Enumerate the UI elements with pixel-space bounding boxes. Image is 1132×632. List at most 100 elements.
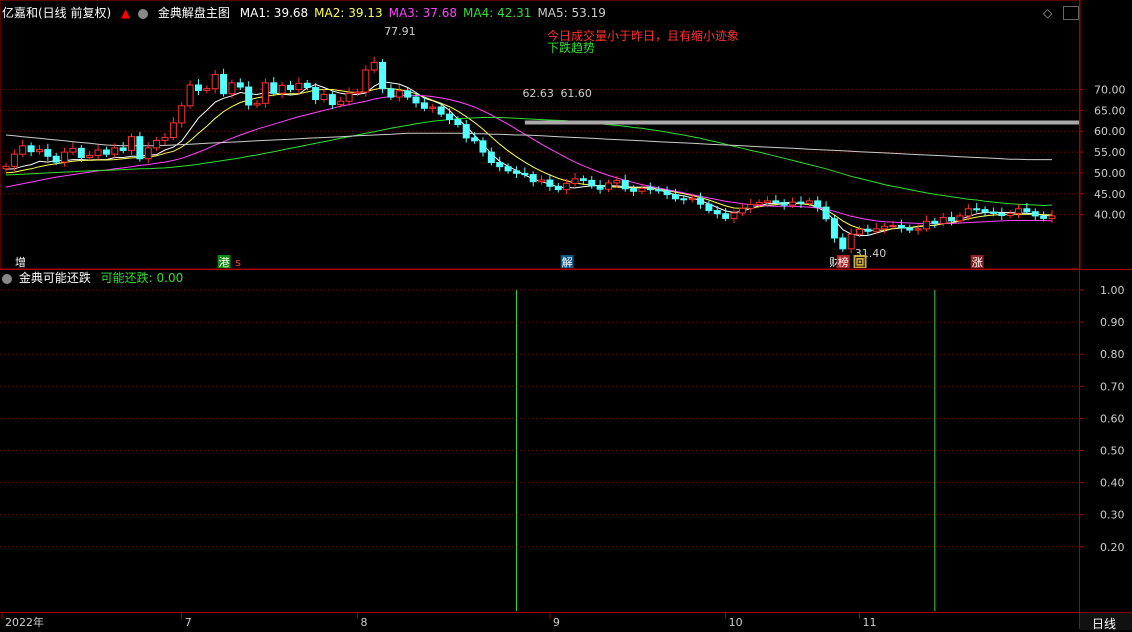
indicator-settings-icon[interactable] [138, 8, 149, 19]
candle-body [303, 82, 311, 88]
candle-body [998, 212, 1006, 216]
candle-body [655, 189, 663, 192]
candle-body [61, 151, 69, 163]
candle-body [128, 136, 136, 151]
event-marker: 港 [219, 256, 230, 269]
candle-body [471, 137, 479, 142]
candle-body [69, 147, 77, 153]
event-marker: 回 [855, 256, 866, 269]
candle-body [671, 194, 679, 200]
candle-body [203, 88, 211, 91]
candle-body [1015, 208, 1023, 214]
candle-body [454, 119, 462, 126]
candle-body [2, 165, 10, 170]
collapse-icon[interactable]: ◇ [1043, 6, 1057, 20]
candle-body [387, 88, 395, 98]
sub-y-tick-label: 0.70 [1100, 380, 1125, 393]
candle-body [429, 106, 437, 109]
candle-body [136, 136, 144, 160]
high-label: 77.91 [384, 25, 416, 38]
candle-body [521, 172, 529, 176]
candle-body [1031, 211, 1039, 217]
date-tick-label: 2022年 [5, 615, 44, 629]
candle-body [161, 136, 169, 141]
candle-body [437, 106, 445, 115]
ma-line-ma3 [5, 94, 1053, 224]
event-marker: 涨 [972, 256, 983, 269]
ma-line-ma2 [5, 87, 1053, 232]
candle-body [763, 200, 771, 204]
candle-body [479, 140, 487, 153]
sub-indicator-name[interactable]: 金典可能还跌 [19, 271, 91, 285]
candle-body [220, 74, 228, 95]
candle-body [496, 162, 504, 168]
candle-body [144, 147, 152, 160]
ma-line-ma4 [5, 117, 1053, 207]
main-y-tick-label: 55.00 [1094, 146, 1126, 159]
candle-body [797, 201, 805, 204]
period-tab[interactable]: 日线 [1080, 612, 1132, 631]
sub-y-tick-label: 0.90 [1100, 316, 1125, 329]
candle-body [337, 100, 345, 106]
candle-body [320, 94, 328, 101]
candle-body [956, 215, 964, 222]
close-panel-icon[interactable] [1063, 6, 1079, 20]
date-tick-label: 8 [360, 616, 367, 629]
candle-body [52, 155, 60, 163]
candle-body [295, 82, 303, 91]
candle-body [119, 147, 127, 151]
candle-body [922, 220, 930, 230]
candle-body [178, 105, 186, 124]
candle-body [571, 178, 579, 184]
event-marker: 增 [15, 255, 26, 269]
candle-body [914, 228, 922, 231]
candle-body [638, 187, 646, 192]
candle-body [780, 202, 788, 206]
ma-line-ma1 [5, 81, 1053, 236]
candle-body [504, 166, 512, 172]
event-marker: 解 [562, 255, 573, 269]
candle-body [546, 179, 554, 187]
candle-body [270, 82, 278, 94]
candle-body [680, 198, 688, 201]
candle-body [111, 147, 119, 155]
ma-legend-item: MA3: 37.68 [388, 6, 458, 20]
candle-body [512, 170, 520, 174]
candle-body [554, 185, 562, 191]
candle-body [27, 145, 35, 153]
candle-body [713, 209, 721, 215]
main-y-tick-label: 40.00 [1094, 209, 1126, 222]
up-arrow-icon[interactable]: ▲ [121, 6, 130, 20]
sub-y-tick-label: 0.40 [1100, 477, 1125, 490]
candle-body [77, 147, 85, 159]
sub-indicator-settings-icon[interactable] [2, 273, 12, 284]
candle-body [1006, 212, 1014, 216]
candle-body [94, 149, 102, 156]
candle-body [538, 179, 546, 183]
ma-legend-item: MA2: 39.13 [314, 6, 383, 20]
candle-body [211, 74, 219, 90]
main-y-tick-label: 70.00 [1094, 84, 1126, 97]
candle-body [194, 84, 202, 91]
candle-body [730, 212, 738, 219]
candle-body [261, 82, 269, 104]
candle-body [462, 124, 470, 139]
candle-body [881, 225, 889, 230]
candle-body [1023, 208, 1031, 213]
candle-body [604, 182, 612, 190]
ma-legend: MA1: 39.68 MA2: 39.13 MA3: 37.68 MA4: 42.31… [240, 6, 612, 20]
candle-body [35, 149, 43, 153]
candle-body [705, 203, 713, 211]
indicator-name[interactable]: 金典解盘主图 [158, 6, 230, 20]
candle-body [864, 228, 872, 232]
candle-body [755, 202, 763, 206]
main-y-tick-label: 65.00 [1094, 104, 1126, 117]
main-y-tick-label: 45.00 [1094, 188, 1126, 201]
candle-body [278, 84, 286, 94]
stock-title[interactable]: 亿嘉和(日线 前复权) [2, 6, 111, 20]
candle-body [86, 154, 94, 159]
candle-body [747, 204, 755, 209]
candle-body [312, 86, 320, 101]
candle-body [420, 102, 428, 109]
ma-legend-item: MA1: 39.68 [239, 6, 309, 20]
